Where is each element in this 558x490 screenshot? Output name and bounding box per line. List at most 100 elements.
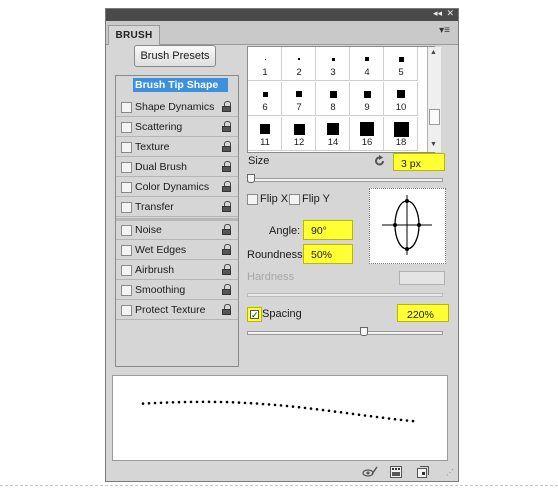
brush-tip-5[interactable]: 5 <box>384 47 418 81</box>
option-checkbox[interactable] <box>121 225 132 236</box>
brush-tip-14[interactable]: 14 <box>316 117 350 151</box>
brush-option-texture[interactable]: Texture <box>116 138 238 157</box>
brush-option-dual-brush[interactable]: Dual Brush <box>116 158 238 177</box>
brush-option-wet-edges[interactable]: Wet Edges <box>116 241 238 260</box>
brush-panel-icon[interactable] <box>390 466 402 478</box>
option-label: Wet Edges <box>135 244 187 256</box>
brush-option-protect-texture[interactable]: Protect Texture <box>116 301 238 320</box>
option-label: Smoothing <box>135 284 186 296</box>
stroke-dab <box>243 401 247 405</box>
brush-tip-7[interactable]: 7 <box>282 82 316 116</box>
brush-tip-10[interactable]: 10 <box>384 82 418 116</box>
option-checkbox[interactable] <box>121 102 132 113</box>
spacing-checkbox[interactable]: ✓ <box>247 307 262 322</box>
scroll-up-icon[interactable]: ▲ <box>430 49 437 56</box>
brush-option-scattering[interactable]: Scattering <box>116 118 238 137</box>
hardness-field <box>399 271 445 285</box>
brush-tip-12[interactable]: 12 <box>282 117 316 151</box>
brush-option-transfer[interactable]: Transfer <box>116 198 238 217</box>
spacing-slider-knob[interactable] <box>359 327 368 336</box>
brush-tip-swatch <box>363 90 371 98</box>
scroll-down-icon[interactable]: ▼ <box>430 141 437 148</box>
panel-tab-row: BRUSH <box>106 21 458 45</box>
reset-size-icon[interactable] <box>374 155 386 167</box>
brush-tip-1[interactable]: 1 <box>248 47 282 81</box>
lock-icon[interactable] <box>222 121 232 133</box>
lock-icon[interactable] <box>222 244 232 256</box>
option-label: Airbrush <box>135 264 175 276</box>
lock-icon[interactable] <box>222 161 232 173</box>
brush-tip-4[interactable]: 4 <box>350 47 384 81</box>
option-checkbox[interactable] <box>121 245 132 256</box>
lock-icon[interactable] <box>222 264 232 276</box>
flip-y-checkbox[interactable] <box>289 194 300 205</box>
tip-grid-scrollbar[interactable]: ▲ ▼ <box>427 47 441 152</box>
lock-icon[interactable] <box>222 284 232 296</box>
flip-x-checkbox[interactable] <box>247 194 258 205</box>
stroke-dab <box>375 415 379 419</box>
option-checkbox[interactable] <box>121 305 132 316</box>
option-label: Noise <box>135 224 162 236</box>
lock-icon[interactable] <box>222 304 232 316</box>
spacing-field[interactable]: 220% <box>397 304 449 322</box>
scroll-thumb[interactable] <box>429 109 440 125</box>
panel-menu-icon[interactable]: ▾≡ <box>439 25 450 36</box>
stroke-dab <box>159 401 163 405</box>
size-slider-knob[interactable] <box>247 174 255 183</box>
brush-presets-button[interactable]: Brush Presets <box>134 45 216 67</box>
brush-tip-16[interactable]: 16 <box>350 117 384 151</box>
brush-tip-size: 10 <box>395 102 407 113</box>
spacing-slider[interactable] <box>247 331 443 335</box>
close-panel-icon[interactable]: ✕ <box>446 8 454 19</box>
brush-option-noise[interactable]: Noise <box>116 221 238 240</box>
brush-angle-preview[interactable] <box>369 188 446 264</box>
option-label: Brush Tip Shape <box>133 78 229 92</box>
roundness-field[interactable]: 50% <box>303 244 353 264</box>
brush-option-shape-dynamics[interactable]: Shape Dynamics <box>116 98 238 117</box>
brush-tip-swatch <box>262 91 268 97</box>
brush-option-color-dynamics[interactable]: Color Dynamics <box>116 178 238 197</box>
roundness-value: 50% <box>311 249 333 261</box>
lock-icon[interactable] <box>222 141 232 153</box>
stroke-dab <box>195 400 199 404</box>
brush-tip-3[interactable]: 3 <box>316 47 350 81</box>
stroke-preview-canvas <box>141 400 415 423</box>
angle-field[interactable]: 90° <box>303 220 353 240</box>
option-checkbox[interactable] <box>121 122 132 133</box>
option-checkbox[interactable] <box>121 162 132 173</box>
brush-tip-swatch <box>296 91 302 97</box>
lock-icon[interactable] <box>222 181 232 193</box>
resize-grip-icon[interactable]: ⋰ <box>446 468 454 477</box>
brush-tip-6[interactable]: 6 <box>248 82 282 116</box>
size-field[interactable]: 3 px <box>393 153 445 171</box>
collapse-icon[interactable]: ◂◂ <box>433 8 442 19</box>
toggle-bristle-preview-icon[interactable] <box>362 466 378 478</box>
size-slider[interactable] <box>247 178 443 182</box>
brush-option-airbrush[interactable]: Airbrush <box>116 261 238 280</box>
option-checkbox[interactable] <box>121 202 132 213</box>
create-new-brush-icon[interactable] <box>417 466 429 478</box>
background-guide <box>0 485 558 487</box>
brush-tip-2[interactable]: 2 <box>282 47 316 81</box>
brush-tip-8[interactable]: 8 <box>316 82 350 116</box>
brush-tip-swatch <box>293 123 305 135</box>
brush-option-smoothing[interactable]: Smoothing <box>116 281 238 300</box>
brush-tip-9[interactable]: 9 <box>350 82 384 116</box>
option-checkbox[interactable] <box>121 285 132 296</box>
lock-icon[interactable] <box>222 201 232 213</box>
option-checkbox[interactable] <box>121 265 132 276</box>
tab-brush[interactable]: BRUSH <box>108 25 160 45</box>
lock-icon[interactable] <box>222 224 232 236</box>
stroke-preview <box>112 375 448 461</box>
option-label: Color Dynamics <box>135 181 210 193</box>
brush-tip-18[interactable]: 18 <box>384 117 418 151</box>
flip-y-label: Flip Y <box>302 193 330 205</box>
brush-option-brush-tip-shape[interactable]: Brush Tip Shape <box>116 76 238 95</box>
brush-tip-11[interactable]: 11 <box>248 117 282 151</box>
option-label: Transfer <box>135 201 174 213</box>
stroke-dab <box>153 401 157 405</box>
option-checkbox[interactable] <box>121 142 132 153</box>
stroke-dab <box>207 400 211 404</box>
option-checkbox[interactable] <box>121 182 132 193</box>
lock-icon[interactable] <box>222 101 232 113</box>
